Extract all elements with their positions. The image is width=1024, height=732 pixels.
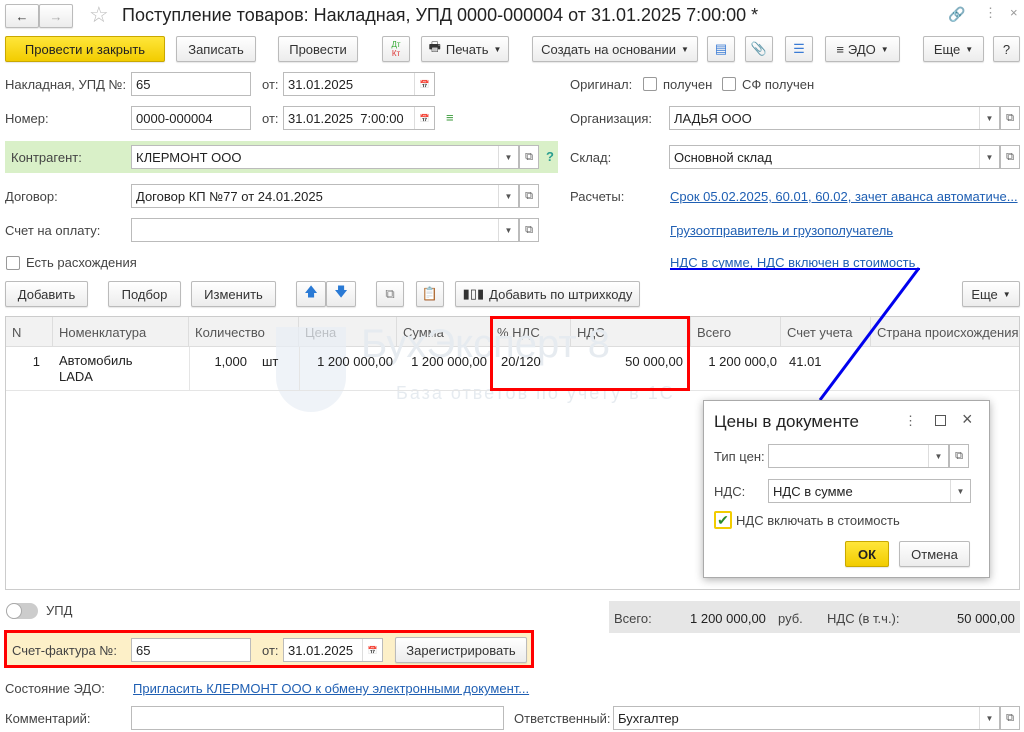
comment-label: Комментарий: [5,711,91,726]
edo-invite-link[interactable]: Пригласить КЛЕРМОНТ ООО к обмену электро… [133,681,529,696]
invoice-factura-date-input[interactable]: 31.01.2025 📅 [283,638,383,662]
include-vat-checkbox[interactable]: ✔ [714,511,732,529]
invoice-factura-date-value: 31.01.2025 [288,642,354,658]
from-label: от: [262,643,279,658]
comment-input[interactable] [131,706,504,730]
currency-label: руб. [778,611,803,626]
dialog-title: Цены в документе [714,412,860,431]
ok-button[interactable]: ОК [845,541,889,567]
dialog-menu-icon[interactable]: ⋮ [904,413,917,429]
include-vat-label: НДС включать в стоимость [736,513,900,528]
register-button[interactable]: Зарегистрировать [395,637,527,663]
open-icon[interactable]: ⧉ [1000,706,1020,730]
calendar-icon[interactable]: 📅 [362,639,382,661]
vat-total-value: 50 000,00 [957,611,1015,626]
dialog-maximize-icon[interactable] [935,415,946,426]
upd-label: УПД [46,603,73,618]
upd-toggle[interactable] [6,603,38,619]
totals-value: 1 200 000,00 [690,611,766,626]
invoice-factura-label: Счет-фактура №: [12,643,117,658]
responsible-value: Бухгалтер [618,710,679,726]
prices-dialog: Цены в документе ⋮ × Тип цен: ▼ ⧉ НДС: Н… [703,400,990,578]
vat-select-value: НДС в сумме [773,483,853,499]
invoice-factura-input[interactable]: 65 [131,638,251,662]
vat-select[interactable]: НДС в сумме ▼ [768,479,971,503]
edo-state-label: Состояние ЭДО: [5,681,105,696]
dialog-close-icon[interactable]: × [962,409,973,430]
vat-label: НДС: [714,484,746,499]
dropdown-icon[interactable]: ▼ [979,707,999,729]
cancel-button[interactable]: Отмена [899,541,970,567]
responsible-label: Ответственный: [514,711,611,726]
totals-label: Всего: [614,611,652,626]
price-type-input[interactable]: ▼ [768,444,949,468]
dropdown-icon[interactable]: ▼ [950,480,970,502]
vat-total-label: НДС (в т.ч.): [827,611,900,626]
responsible-input[interactable]: Бухгалтер ▼ [613,706,1000,730]
price-type-label: Тип цен: [714,449,765,464]
open-icon[interactable]: ⧉ [949,444,969,468]
dropdown-icon[interactable]: ▼ [928,445,948,467]
